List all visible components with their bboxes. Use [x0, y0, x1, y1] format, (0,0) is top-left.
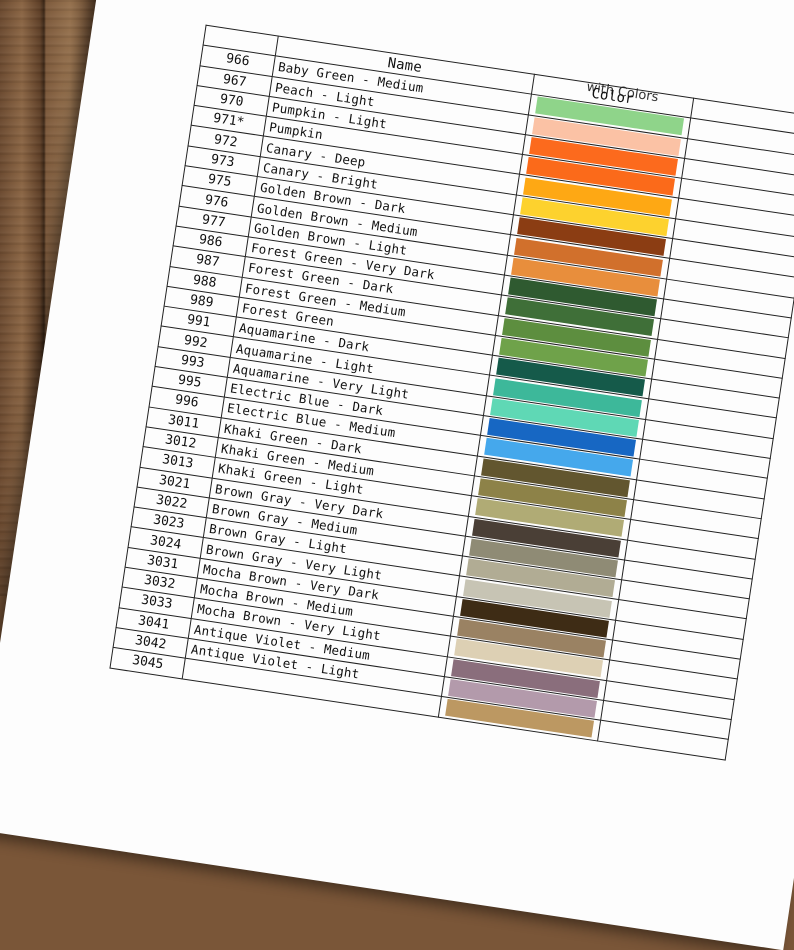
- paper-sheet: with Colors Name Color 966 Baby Green - M…: [0, 0, 794, 950]
- color-rows: 966 Baby Green - Medium 967 Peach - Light 97…: [110, 45, 794, 760]
- color-chart-table: Name Color 966 Baby Green - Medium 967 Peac…: [109, 25, 794, 760]
